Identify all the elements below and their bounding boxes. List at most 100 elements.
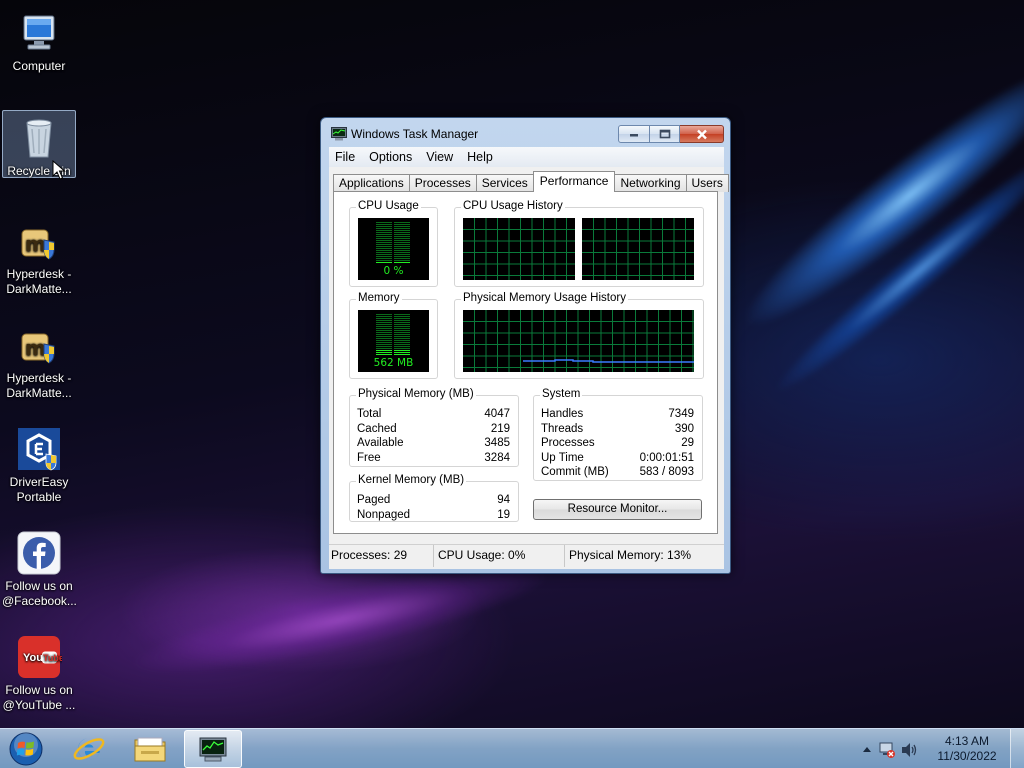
mouse-cursor-icon [52, 160, 66, 180]
memory-meter: 562 MB [358, 310, 429, 372]
meter-segment [394, 344, 410, 345]
meter-segment [376, 328, 392, 329]
tab-processes[interactable]: Processes [408, 174, 477, 192]
meter-segment-lit [376, 262, 392, 263]
taskbar-task-manager[interactable] [184, 730, 242, 768]
title-bar[interactable]: Windows Task Manager [321, 118, 730, 146]
tab-strip: Applications Processes Services Performa… [333, 171, 729, 192]
recycle-bin-icon [16, 115, 62, 161]
meter-segment [394, 230, 410, 231]
meter-segment [394, 256, 410, 257]
meter-segment [394, 260, 410, 261]
taskbar-windows-explorer[interactable] [121, 730, 179, 768]
desktop-icon-computer[interactable]: Computer [2, 6, 76, 74]
memory-title: Memory [356, 292, 402, 304]
minimize-button[interactable] [618, 125, 650, 143]
meter-segment [394, 314, 410, 315]
desktop-icon-hyperdesk-2[interactable]: m Hyperdesk - DarkMatte... [2, 318, 76, 401]
meter-segment [376, 242, 392, 243]
stat-value: 0:00:01:51 [639, 451, 694, 464]
stat-label: Nonpaged [357, 508, 411, 521]
stat-row: Free 3284 [357, 451, 510, 466]
meter-segment [394, 246, 410, 247]
menu-file[interactable]: File [329, 150, 363, 164]
meter-segment [376, 330, 392, 331]
cpu-history-grid [582, 218, 694, 280]
desktop-icon-label: Follow us on @YouTube ... [2, 683, 76, 712]
meter-segment [394, 320, 410, 321]
performance-tab-page: CPU Usage 0 % CPU Usage History Memory 5… [333, 191, 718, 534]
cpu-history-graph-core-2 [582, 218, 694, 280]
system-clock[interactable]: 4:13 AM 11/30/2022 [932, 734, 1002, 764]
svg-text:You: You [23, 652, 43, 664]
menu-help[interactable]: Help [461, 150, 501, 164]
desktop-icon-youtube[interactable]: You Tube Follow us on @YouTube ... [2, 630, 76, 713]
drivereasy-icon [16, 426, 62, 472]
stat-value: 583 / 8093 [639, 466, 694, 479]
meter-segment [376, 314, 392, 315]
cpu-history-grid [463, 218, 575, 280]
meter-segment [376, 252, 392, 253]
facebook-icon [16, 530, 62, 576]
start-button[interactable] [6, 731, 46, 767]
tab-applications[interactable]: Applications [333, 174, 410, 192]
meter-segment [376, 324, 392, 325]
stat-label: Up Time [541, 451, 584, 464]
tab-users[interactable]: Users [685, 174, 729, 192]
meter-segment [376, 236, 392, 237]
meter-segment [376, 322, 392, 323]
cpu-usage-title: CPU Usage [356, 200, 421, 212]
show-hidden-icons-icon[interactable] [862, 745, 872, 753]
desktop-icon-label: DriverEasy Portable [9, 475, 69, 504]
maximize-button[interactable] [650, 125, 680, 143]
show-desktop-button[interactable] [1010, 729, 1024, 768]
memory-history-graph [463, 310, 694, 372]
svg-text:m: m [25, 232, 46, 256]
stat-label: Processes [541, 437, 595, 450]
meter-segment [376, 234, 392, 235]
stat-value: 3284 [484, 451, 510, 464]
meter-segment [394, 232, 410, 233]
volume-icon[interactable] [900, 741, 918, 759]
network-icon[interactable] [878, 741, 896, 759]
desktop-icon-drivereasy[interactable]: DriverEasy Portable [2, 422, 76, 505]
memory-history-group: Physical Memory Usage History [454, 292, 704, 379]
stat-value: 4047 [484, 408, 510, 420]
meter-segment [394, 336, 410, 337]
meter-segment [376, 344, 392, 345]
stat-label: Threads [541, 422, 584, 435]
meter-segment-lit [376, 352, 392, 353]
desktop-icon-facebook[interactable]: Follow us on @Facebook... [2, 526, 77, 609]
stat-row: Total 4047 [357, 407, 510, 422]
close-button[interactable] [680, 125, 724, 143]
menu-view[interactable]: View [420, 150, 461, 164]
task-manager-icon [199, 737, 227, 762]
stat-value: 29 [681, 437, 694, 450]
meter-segment [376, 338, 392, 339]
tab-performance[interactable]: Performance [532, 171, 616, 192]
meter-segment [376, 348, 392, 349]
desktop-icon-hyperdesk-1[interactable]: m Hyperdesk - DarkMatte... [2, 214, 76, 297]
memory-value: 562 MB [373, 357, 414, 369]
meter-segment [394, 224, 410, 225]
menu-options[interactable]: Options [363, 150, 420, 164]
taskbar-internet-explorer[interactable] [60, 730, 118, 768]
meter-segment [376, 248, 392, 249]
tab-services[interactable]: Services [475, 174, 534, 192]
status-cpu-usage: CPU Usage: 0% [434, 545, 565, 567]
meter-segment [376, 260, 392, 261]
minimize-icon [630, 134, 638, 137]
tab-networking[interactable]: Networking [614, 174, 687, 192]
resource-monitor-button[interactable]: Resource Monitor... [533, 499, 702, 520]
desktop-icon-label: Hyperdesk - DarkMatte... [6, 371, 72, 400]
stat-label: Free [357, 451, 381, 464]
meter-segment [394, 238, 410, 239]
stat-row: Nonpaged 19 [357, 508, 510, 523]
memory-history-line [523, 359, 694, 363]
meter-segment [376, 326, 392, 327]
meter-segment [394, 332, 410, 333]
meter-segment [394, 340, 410, 341]
stat-value: 19 [497, 508, 510, 521]
meter-segment [394, 322, 410, 323]
window-client-area: Applications Processes Services Performa… [329, 167, 729, 569]
